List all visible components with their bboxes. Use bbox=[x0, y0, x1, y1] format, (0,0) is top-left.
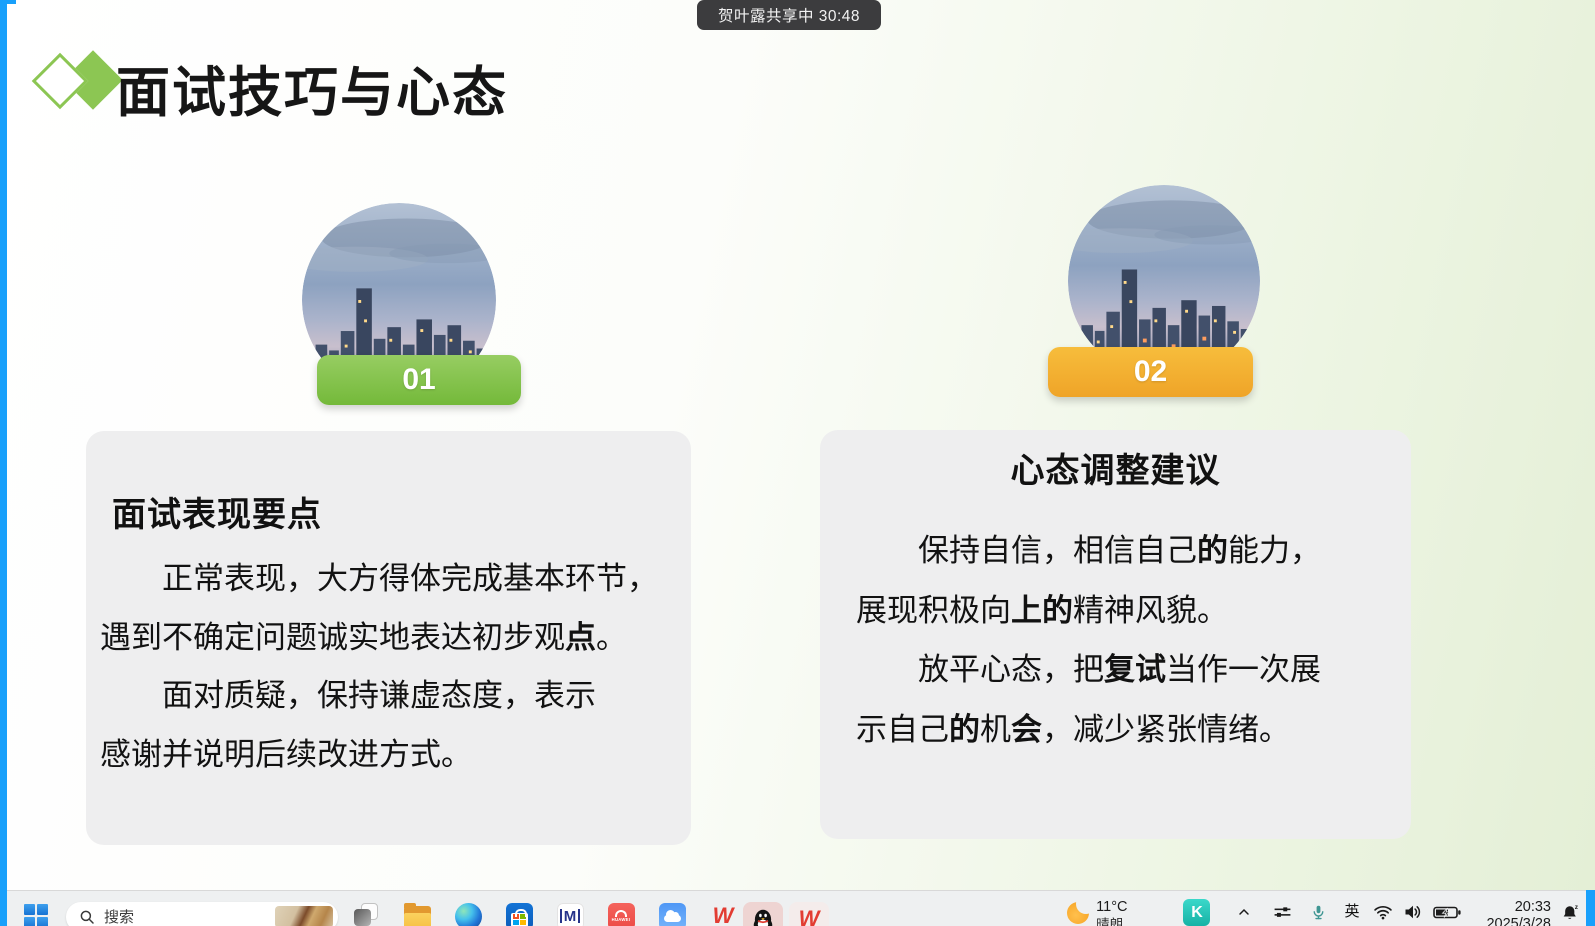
diamond-outline-icon bbox=[32, 53, 89, 110]
body-text-line: 保持自信，相信自己的能力， bbox=[856, 521, 1396, 581]
sliders-icon bbox=[1273, 903, 1292, 922]
clock-widget[interactable]: 20:33 2025/3/28 bbox=[1486, 899, 1551, 926]
card1-body-text: 正常表现，大方得体完成基本环节，遇到不确定问题诚实地表达初步观点。面对质疑，保持… bbox=[100, 550, 700, 784]
card1-heading: 面试表现要点 bbox=[112, 487, 322, 536]
screen-share-text: 贺叶露共享中 30:48 bbox=[718, 4, 860, 26]
edge-browser-button[interactable] bbox=[454, 902, 482, 926]
card2-heading: 心态调整建议 bbox=[820, 443, 1411, 492]
huawei-appgallery-icon: HUAWEI bbox=[608, 903, 635, 926]
huawei-label: HUAWEI bbox=[612, 917, 631, 922]
m-app-letter: M bbox=[564, 908, 577, 925]
clock-time: 20:33 bbox=[1515, 899, 1551, 916]
body-text-line: 遇到不确定问题诚实地表达初步观点。 bbox=[100, 609, 700, 668]
screen-share-badge[interactable]: 贺叶露共享中 30:48 bbox=[697, 0, 881, 30]
badge-number: 02 bbox=[1134, 355, 1167, 389]
tray-overflow-button[interactable] bbox=[1234, 902, 1254, 922]
battery-button[interactable] bbox=[1433, 902, 1461, 922]
store-bag-icon bbox=[506, 903, 533, 926]
search-box[interactable] bbox=[66, 902, 338, 926]
task-view-button[interactable] bbox=[352, 902, 380, 926]
wps-w-icon: W bbox=[713, 905, 734, 926]
body-text-line: 感谢并说明后续改进方式。 bbox=[100, 726, 700, 785]
folder-icon bbox=[404, 906, 431, 926]
moon-icon bbox=[1067, 902, 1089, 924]
hardware-settings-button[interactable] bbox=[1272, 902, 1292, 922]
qq-app-button[interactable] bbox=[743, 902, 783, 926]
search-input[interactable] bbox=[104, 909, 254, 926]
body-text-line: 放平心态，把复试当作一次展 bbox=[856, 640, 1396, 700]
number-badge-01: 01 bbox=[317, 355, 521, 405]
volume-button[interactable] bbox=[1403, 902, 1423, 922]
taskbar-left-group: M HUAWEI W bbox=[22, 902, 829, 926]
presentation-slide: 贺叶露共享中 30:48 面试技巧与心态 01 面试表现要点 正常表现，大方得体… bbox=[0, 0, 1595, 890]
m-app-button[interactable]: M bbox=[556, 902, 584, 926]
clock-date: 2025/3/28 bbox=[1486, 916, 1551, 926]
weather-temperature: 11°C bbox=[1096, 899, 1127, 916]
wifi-button[interactable] bbox=[1373, 902, 1393, 922]
body-text-line: 示自己的机会，减少紧张情绪。 bbox=[856, 700, 1396, 760]
k-app-icon: K bbox=[1191, 904, 1203, 922]
search-icon bbox=[78, 908, 96, 926]
file-explorer-button[interactable] bbox=[403, 902, 431, 926]
taskbar: M HUAWEI W bbox=[0, 890, 1595, 926]
k-app-button[interactable]: K bbox=[1183, 899, 1210, 926]
wifi-icon bbox=[1373, 902, 1393, 922]
chevron-up-icon bbox=[1236, 904, 1252, 920]
speaker-icon bbox=[1403, 902, 1423, 922]
input-method-indicator[interactable]: 英 bbox=[1344, 903, 1359, 921]
body-text-line: 面对质疑，保持谦虚态度，表示 bbox=[100, 667, 700, 726]
number-badge-02: 02 bbox=[1048, 347, 1253, 397]
wps365-w-icon: W bbox=[799, 908, 820, 926]
share-border-right bbox=[1586, 890, 1595, 926]
search-daily-image[interactable] bbox=[275, 906, 333, 926]
start-button[interactable] bbox=[22, 902, 50, 926]
bell-sleep-icon: z bbox=[1561, 902, 1581, 923]
microphone-status-button[interactable] bbox=[1308, 902, 1328, 922]
slide-title: 面试技巧与心态 bbox=[116, 48, 508, 127]
body-text-line: 正常表现，大方得体完成基本环节， bbox=[100, 550, 700, 609]
edge-icon bbox=[455, 903, 482, 926]
windows-logo-icon bbox=[24, 904, 48, 926]
share-border-left bbox=[0, 0, 7, 926]
huawei-appgallery-button[interactable]: HUAWEI bbox=[607, 902, 635, 926]
qq-penguin-icon bbox=[750, 906, 776, 926]
weather-condition: 晴朗 bbox=[1096, 916, 1123, 926]
weather-widget[interactable]: 11°C 晴朗 bbox=[1067, 899, 1127, 926]
battery-charging-icon bbox=[1433, 905, 1461, 920]
body-text-line: 展现积极向上的精神风貌。 bbox=[856, 581, 1396, 641]
svg-text:z: z bbox=[1575, 903, 1579, 910]
microsoft-store-button[interactable] bbox=[505, 902, 533, 926]
m-app-icon: M bbox=[557, 903, 584, 926]
cloud-app-button[interactable] bbox=[658, 902, 686, 926]
wps365-app-button[interactable]: W bbox=[789, 902, 829, 926]
wps-office-button[interactable]: W bbox=[709, 902, 737, 926]
badge-number: 01 bbox=[402, 363, 435, 397]
cloud-icon bbox=[659, 903, 686, 926]
notification-center-button[interactable]: z bbox=[1561, 902, 1581, 922]
share-border-top bbox=[0, 0, 16, 4]
microphone-icon bbox=[1310, 904, 1327, 921]
screen: 贺叶露共享中 30:48 面试技巧与心态 01 面试表现要点 正常表现，大方得体… bbox=[0, 0, 1595, 926]
card2-body-text: 保持自信，相信自己的能力，展现积极向上的精神风貌。放平心态，把复试当作一次展示自… bbox=[856, 521, 1396, 759]
taskbar-right-group: 11°C 晴朗 K 英 bbox=[1067, 897, 1581, 926]
